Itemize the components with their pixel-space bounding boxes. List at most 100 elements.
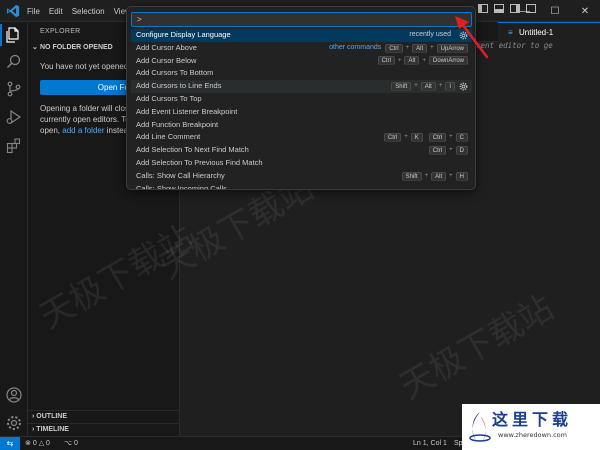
configure-keybinding-gear-icon[interactable] bbox=[459, 31, 468, 40]
line-prefix: open, bbox=[40, 126, 63, 135]
command-item[interactable]: Add Line Comment Ctrl + K Ctrl + C bbox=[131, 131, 472, 144]
keybinding-key: Shift bbox=[401, 171, 422, 181]
timeline-section-header[interactable]: › TIMELINE bbox=[28, 423, 179, 436]
site-logo: 这里下载 www.zheredown.com bbox=[462, 404, 600, 450]
command-item[interactable]: Add Cursors to Line Ends Shift + Alt + I bbox=[131, 80, 472, 93]
keybinding-plus: + bbox=[422, 57, 426, 64]
tab-label: Untitled-1 bbox=[519, 28, 554, 37]
command-item[interactable]: Add Event Listener Breakpoint bbox=[131, 106, 472, 119]
vscode-logo-icon bbox=[6, 4, 20, 18]
command-label: Add Line Comment bbox=[136, 132, 201, 142]
command-item[interactable]: Add Function Breakpoint bbox=[131, 119, 472, 132]
keybinding-key: Ctrl bbox=[428, 146, 447, 156]
warning-icon: △ bbox=[38, 440, 45, 447]
command-label: Calls: Show Incoming Calls bbox=[136, 183, 227, 190]
sidebar-title: EXPLORER bbox=[40, 28, 81, 35]
ports-status[interactable]: ⌥ 0 bbox=[64, 437, 78, 450]
manage-gear-icon[interactable] bbox=[5, 414, 23, 432]
line-suffix: instea bbox=[104, 126, 129, 135]
ports-count: 0 bbox=[74, 440, 78, 447]
menu-bar: File Edit Selection View bbox=[27, 0, 140, 22]
command-item[interactable]: Add Cursor Above other commands Ctrl + Alt + U… bbox=[131, 42, 472, 55]
command-palette-input[interactable]: > bbox=[131, 12, 472, 27]
menu-edit[interactable]: Edit bbox=[49, 7, 63, 16]
command-item[interactable]: Add Cursor Below Ctrl + Alt + DownArrow bbox=[131, 55, 472, 68]
keybinding-key: DownArrow bbox=[428, 56, 468, 66]
no-folder-section-header[interactable]: ⌄ NO FOLDER OPENED bbox=[32, 43, 113, 51]
section-label: NO FOLDER OPENED bbox=[40, 44, 113, 51]
command-item[interactable]: Add Selection To Previous Find Match bbox=[131, 157, 472, 170]
menu-selection[interactable]: Selection bbox=[72, 7, 105, 16]
menu-file[interactable]: File bbox=[27, 7, 40, 16]
run-debug-icon[interactable] bbox=[5, 108, 23, 126]
keybinding-plus: + bbox=[404, 134, 408, 141]
command-item[interactable]: Add Cursors To Bottom bbox=[131, 67, 472, 80]
source-control-icon[interactable] bbox=[5, 80, 23, 98]
command-group-tag: other commands bbox=[329, 43, 382, 51]
keybinding-plus: + bbox=[430, 44, 434, 51]
keybinding-key: Ctrl bbox=[428, 133, 447, 143]
command-label: Add Selection To Previous Find Match bbox=[136, 157, 263, 167]
keybinding-key: Ctrl bbox=[383, 133, 402, 143]
add-folder-link[interactable]: add a folder bbox=[62, 126, 104, 135]
chevron-right-icon: › bbox=[32, 413, 35, 420]
command-item[interactable]: Add Selection To Next Find Match Ctrl + D bbox=[131, 144, 472, 157]
command-item[interactable]: Calls: Show Call Hierarchy Shift + Alt + H bbox=[131, 170, 472, 183]
keybinding-key: Shift bbox=[391, 82, 412, 92]
keybinding-key: Alt bbox=[404, 56, 420, 66]
command-label: Add Cursor Above bbox=[136, 42, 197, 52]
keybinding-key: Alt bbox=[412, 43, 428, 53]
file-icon: ≡ bbox=[508, 28, 513, 37]
keybinding-plus: + bbox=[449, 134, 453, 141]
search-icon[interactable] bbox=[5, 53, 23, 71]
command-item[interactable]: Add Cursors To Top bbox=[131, 93, 472, 106]
timeline-label: TIMELINE bbox=[36, 426, 69, 433]
toggle-panel-icon[interactable] bbox=[494, 4, 504, 13]
extensions-icon[interactable] bbox=[5, 137, 23, 155]
command-list: Configure Display Language recently used A… bbox=[131, 29, 472, 190]
configure-keybinding-gear-icon[interactable] bbox=[459, 82, 468, 91]
command-meta: Shift + Alt + H bbox=[401, 170, 468, 183]
outline-section-header[interactable]: › OUTLINE bbox=[28, 410, 179, 423]
explorer-icon[interactable] bbox=[5, 26, 23, 44]
command-meta: recently used bbox=[409, 29, 468, 42]
keybinding-key: H bbox=[455, 171, 468, 181]
keybinding-plus: + bbox=[438, 83, 443, 90]
warning-count: 0 bbox=[46, 440, 50, 447]
tab-untitled-1[interactable]: ≡ Untitled-1 bbox=[498, 22, 600, 42]
keybinding-plus: + bbox=[397, 57, 402, 64]
keybinding-key: Alt bbox=[420, 82, 436, 92]
keybinding-key: Alt bbox=[431, 171, 447, 181]
command-meta: Ctrl + D bbox=[428, 144, 468, 157]
command-meta: Shift + Alt + I bbox=[391, 80, 468, 93]
outline-label: OUTLINE bbox=[36, 413, 68, 420]
command-item[interactable]: Calls: Show Incoming Calls bbox=[131, 183, 472, 190]
command-label: Add Event Listener Breakpoint bbox=[136, 106, 238, 116]
keybinding-key: D bbox=[455, 146, 468, 156]
problems-status[interactable]: ⊗ 0 △ 0 bbox=[25, 437, 50, 450]
command-meta: other commands Ctrl + Alt + UpArrow bbox=[329, 42, 468, 55]
command-palette: > Configure Display Language recently use… bbox=[126, 6, 476, 190]
window-controls: — ☐ ✕ bbox=[510, 0, 600, 22]
ports-icon: ⌥ bbox=[64, 440, 73, 447]
keybinding-plus: + bbox=[424, 172, 429, 179]
keybinding-plus: + bbox=[414, 83, 418, 90]
editor-placeholder-hint: rent editor to ge bbox=[476, 41, 553, 50]
remote-indicator-icon[interactable]: ⇆ bbox=[0, 437, 20, 450]
activity-bar bbox=[0, 22, 28, 436]
keybinding-key: Ctrl bbox=[385, 43, 403, 53]
minimize-button[interactable]: — bbox=[510, 0, 540, 22]
command-meta: Ctrl + Alt + DownArrow bbox=[377, 55, 468, 68]
command-group-tag: recently used bbox=[409, 31, 451, 38]
command-label: Add Selection To Next Find Match bbox=[136, 145, 249, 155]
command-label: Add Cursor Below bbox=[136, 55, 197, 65]
active-indicator bbox=[0, 24, 2, 46]
cursor-position[interactable]: Ln 1, Col 1 bbox=[413, 437, 447, 450]
toggle-primary-sidebar-icon[interactable] bbox=[478, 4, 488, 13]
maximize-button[interactable]: ☐ bbox=[540, 0, 570, 22]
chevron-right-icon: › bbox=[32, 426, 35, 433]
account-icon[interactable] bbox=[5, 386, 23, 404]
close-button[interactable]: ✕ bbox=[570, 0, 600, 22]
command-item[interactable]: Configure Display Language recently used bbox=[131, 29, 472, 42]
keybinding-key: I bbox=[445, 82, 455, 92]
